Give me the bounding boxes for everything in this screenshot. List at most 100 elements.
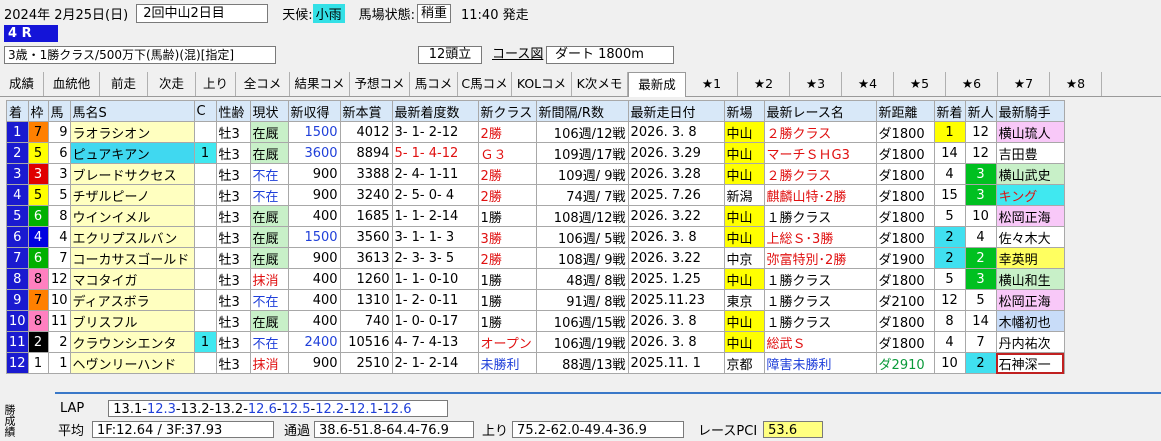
table-row[interactable]: 11 2 2 クラウンシエンタ 1 牡3 不在 2400 10516 4- 7- 4-13 オープン… <box>6 331 1065 353</box>
column-header-1[interactable]: 枠 <box>27 100 49 122</box>
column-header-7[interactable]: 新収得 <box>287 100 341 122</box>
column-header-10[interactable]: 新クラス <box>477 100 537 122</box>
agari-value: 75.2-62.0-49.4-36.9 <box>512 420 685 438</box>
tab-3[interactable]: 次走 <box>148 72 196 96</box>
sex-age-cell: 牡3 <box>215 310 251 332</box>
distance-cell: ダ1900 <box>875 247 935 269</box>
column-header-2[interactable]: 馬 <box>47 100 71 122</box>
tab-5[interactable]: 全コメ <box>236 72 290 96</box>
tab-12[interactable]: 最新成 <box>628 72 686 97</box>
tab-4[interactable]: 上り <box>196 72 236 96</box>
table-row[interactable]: 4 5 5 チザルピーノ 牡3 不在 900 3240 2- 5- 0- 4 2勝 74週/ 7戦 2… <box>6 184 1065 206</box>
c-cell: 1 <box>193 142 217 164</box>
column-header-11[interactable]: 新間隔/R数 <box>535 100 629 122</box>
field-size: 12頭立 <box>418 46 482 64</box>
table-row[interactable]: 10 8 11 ブリスフル 牡3 在厩 400 740 1- 0- 0-17 1勝 106週/15戦… <box>6 310 1065 332</box>
tab-1[interactable]: 血統他 <box>44 72 100 96</box>
interval-cell: 74週/ 7戦 <box>535 184 629 206</box>
column-header-14[interactable]: 最新レース名 <box>763 100 877 122</box>
rank-cell: 3 <box>6 163 29 185</box>
status-cell: 抹消 <box>249 352 289 374</box>
table-row[interactable]: 12 1 1 ヘヴンリーハンド 牡3 抹消 900 2510 2- 1- 2-14 未勝利 88週/… <box>6 352 1065 374</box>
horse-number-cell: 6 <box>47 142 71 164</box>
column-header-5[interactable]: 性齢 <box>215 100 251 122</box>
column-header-9[interactable]: 最新着度数 <box>391 100 479 122</box>
c-cell <box>193 184 217 206</box>
table-row[interactable]: 6 4 4 エクリプスルバン 牡3 在厩 1500 3560 3- 1- 1- 3 3勝 106週/… <box>6 226 1065 248</box>
finish-cell: 4 <box>933 163 966 185</box>
column-header-16[interactable]: 新着 <box>933 100 966 122</box>
column-header-0[interactable]: 着 <box>6 100 29 122</box>
venue-cell: 中京 <box>723 247 765 269</box>
tab-15[interactable]: ★3 <box>790 72 842 96</box>
track-value: 稍重 <box>416 3 451 23</box>
agari-label: 上り <box>482 423 509 439</box>
table-row[interactable]: 1 7 9 ラオラシオン 牡3 在厩 1500 4012 3- 1- 2-12 2勝 106週/12… <box>6 121 1065 143</box>
tab-14[interactable]: ★2 <box>738 72 790 96</box>
jockey-cell: 佐々木大 <box>995 226 1065 248</box>
table-row[interactable]: 2 5 6 ピュアキアン 1 牡3 在厩 3600 8894 5- 1- 4-12 Ｇ３ 109週/1… <box>6 142 1065 164</box>
prize-cell: 1260 <box>339 268 393 290</box>
course-map-link[interactable]: コース図 <box>492 47 543 63</box>
table-row[interactable]: 3 3 3 ブレードサクセス 牡3 不在 900 3388 2- 4- 1-11 2勝 109週/ … <box>6 163 1065 185</box>
tab-2[interactable]: 前走 <box>100 72 148 96</box>
finish-cell: 15 <box>933 184 966 206</box>
tab-9[interactable]: C馬コメ <box>458 72 512 96</box>
tab-8[interactable]: 馬コメ <box>410 72 458 96</box>
tab-13[interactable]: ★1 <box>686 72 738 96</box>
earnings-cell: 400 <box>287 205 341 227</box>
race-name-cell: １勝クラス <box>763 268 877 290</box>
rank-cell: 4 <box>6 184 29 206</box>
column-header-15[interactable]: 新距離 <box>875 100 935 122</box>
prize-cell: 2510 <box>339 352 393 374</box>
column-header-17[interactable]: 新人 <box>964 100 997 122</box>
class-cell: 3勝 <box>477 226 537 248</box>
tab-16[interactable]: ★4 <box>842 72 894 96</box>
frame-cell: 6 <box>27 247 49 269</box>
table-row[interactable]: 5 6 8 ウインイメル 牡3 在厩 400 1685 1- 1- 2-14 1勝 108週/12戦… <box>6 205 1065 227</box>
finish-cell: 2 <box>933 226 966 248</box>
sex-age-cell: 牡3 <box>215 205 251 227</box>
popularity-cell: 3 <box>964 268 997 290</box>
distance-cell: ダ1800 <box>875 226 935 248</box>
lap-split: 13.2 <box>180 401 210 417</box>
footer-divider <box>55 392 1161 394</box>
tab-0[interactable]: 成績 <box>0 72 44 96</box>
horse-name-cell: ブレードサクセス <box>69 163 195 185</box>
table-row[interactable]: 8 8 12 マコタイガ 牡3 抹消 400 1260 1- 1- 0-10 1勝 48週/ 8戦 2… <box>6 268 1065 290</box>
prize-cell: 3560 <box>339 226 393 248</box>
column-header-6[interactable]: 現状 <box>249 100 289 122</box>
column-header-18[interactable]: 最新騎手 <box>995 100 1065 122</box>
table-row[interactable]: 7 6 7 コーカサスゴールド 牡3 在厩 900 3613 2- 3- 3- 5 2勝 108週/… <box>6 247 1065 269</box>
earnings-cell: 2400 <box>287 331 341 353</box>
column-header-8[interactable]: 新本賞 <box>339 100 393 122</box>
tab-7[interactable]: 予想コメ <box>350 72 410 96</box>
record-cell: 2- 5- 0- 4 <box>391 184 479 206</box>
sex-age-cell: 牡3 <box>215 352 251 374</box>
tab-11[interactable]: K次メモ <box>572 72 628 96</box>
column-header-13[interactable]: 新場 <box>723 100 765 122</box>
tab-10[interactable]: KOLコメ <box>512 72 572 96</box>
column-header-3[interactable]: 馬名S <box>69 100 195 122</box>
tab-6[interactable]: 結果コメ <box>290 72 350 96</box>
venue-cell: 中山 <box>723 226 765 248</box>
race-name-cell: 障害未勝利 <box>763 352 877 374</box>
tab-19[interactable]: ★7 <box>998 72 1050 96</box>
race-name-cell: １勝クラス <box>763 289 877 311</box>
column-header-4[interactable]: C <box>193 100 217 122</box>
column-header-12[interactable]: 最新走日付 <box>627 100 725 122</box>
horse-number-cell: 11 <box>47 310 71 332</box>
c-cell <box>193 205 217 227</box>
frame-cell: 5 <box>27 142 49 164</box>
tab-18[interactable]: ★6 <box>946 72 998 96</box>
record-cell: 1- 1- 0-10 <box>391 268 479 290</box>
lap-split: 12.6 <box>382 401 412 417</box>
class-cell: 1勝 <box>477 310 537 332</box>
table-row[interactable]: 9 7 10 ディアスボラ 牡3 不在 400 1310 1- 2- 0-11 1勝 91週/ 8戦… <box>6 289 1065 311</box>
tab-20[interactable]: ★8 <box>1050 72 1102 96</box>
date-cell: 2025.11. 1 <box>627 352 725 374</box>
tab-17[interactable]: ★5 <box>894 72 946 96</box>
date-cell: 2025. 7.26 <box>627 184 725 206</box>
status-cell: 不在 <box>249 163 289 185</box>
date-cell: 2026. 3. 8 <box>627 331 725 353</box>
